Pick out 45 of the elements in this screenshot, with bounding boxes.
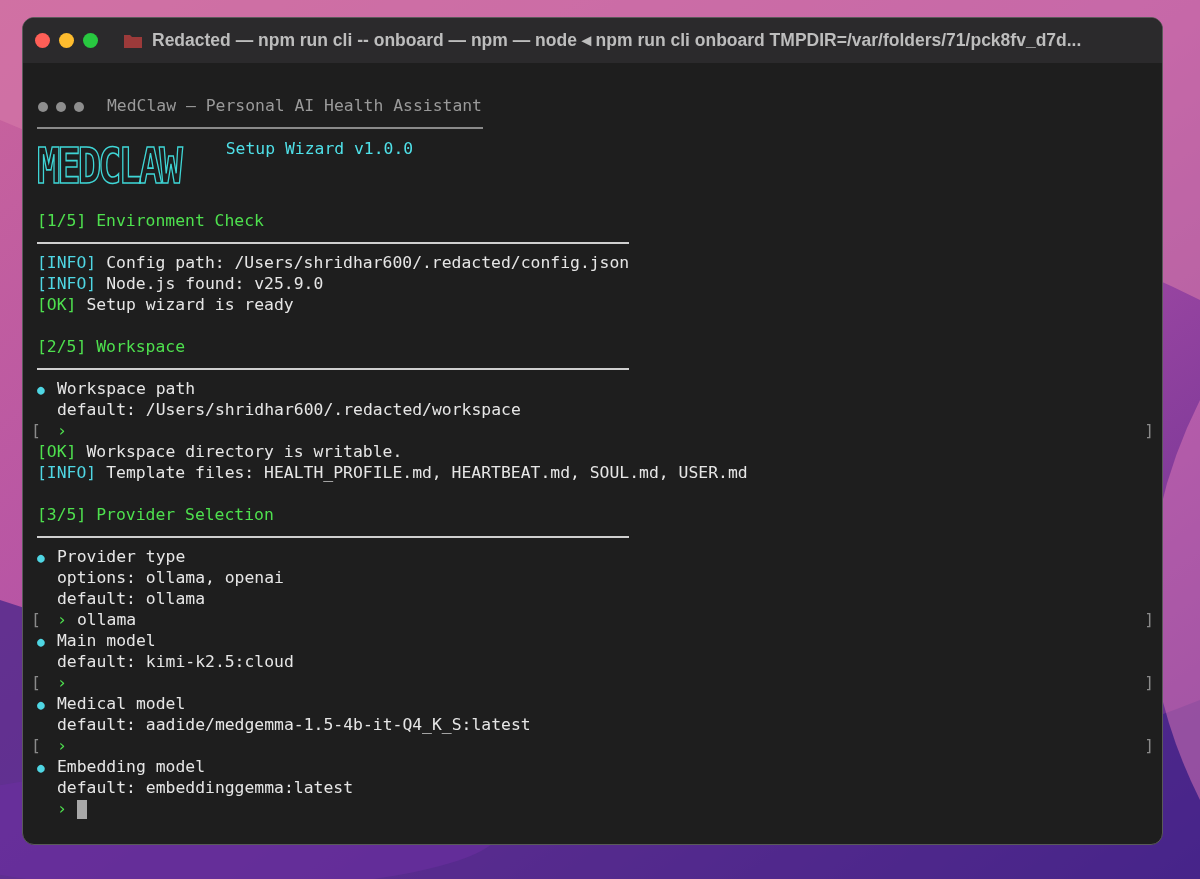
prompt-icon: › (57, 671, 77, 696)
folder-icon (123, 32, 143, 49)
bracket-text: [ (31, 672, 42, 695)
prompt-icon: › (57, 797, 77, 822)
section-heading: [2/5] Workspace (37, 336, 186, 359)
bullet-icon: ● (37, 379, 57, 400)
section-heading: [1/5] Environment Check (37, 210, 264, 233)
subtitle: Setup Wizard v1.0.0 (225, 138, 414, 160)
hint-text: default: aadide/medgemma-1.5-4b-it-Q4_K_S:latest (57, 714, 531, 737)
close-icon[interactable] (35, 33, 50, 48)
maximize-icon[interactable] (83, 33, 98, 48)
window-title: Redacted — npm run cli -- onboard — npm — node ◂ npm run cli onboard TMPDIR=/var/folders/71/pck8fv_d7d... (152, 29, 1082, 53)
minimize-icon[interactable] (59, 33, 74, 48)
question-label: Medical model (57, 693, 186, 716)
bullet-icon: ● (37, 631, 57, 652)
log-message: Setup wizard is ready (86, 294, 294, 317)
hint-text: default: kimi-k2.5:cloud (57, 651, 294, 674)
bullet-icon: ● (37, 547, 57, 568)
bracket-text: [ (31, 735, 42, 758)
hint-text: default: ollama (57, 588, 206, 611)
log-message: Node.js found: v25.9.0 (106, 273, 324, 296)
log-message: Workspace directory is writable. (86, 441, 403, 464)
question-label: Embedding model (57, 756, 206, 779)
question-label: Provider type (57, 546, 186, 569)
bracket-text: ] (1144, 735, 1154, 758)
logo-text: MEDCLAW (37, 137, 180, 195)
question-label: Main model (57, 630, 156, 653)
bracket-text: ] (1144, 420, 1154, 443)
log-message: Template files: HEALTH_PROFILE.md, HEARTBEAT.md, SOUL.md, USER.md (106, 462, 748, 485)
bullet-icon: ● (37, 757, 57, 778)
prompt-icon: › (57, 608, 77, 633)
bracket-text: [ (31, 420, 42, 443)
bullet-icon: ● (37, 694, 57, 715)
bracket-text: ] (1144, 672, 1154, 695)
app-title: MedClaw — Personal AI Health Assistant (107, 95, 482, 118)
bracket-text: [ (31, 609, 42, 632)
log-message: Config path: /Users/shridhar600/.redacted/config.json (106, 252, 630, 275)
section-heading: [3/5] Provider Selection (37, 504, 274, 527)
hint-text: default: /Users/shridhar600/.redacted/workspace (57, 399, 521, 422)
input-value[interactable]: ollama (77, 608, 137, 633)
hint-text: default: embeddinggemma:latest (57, 777, 354, 800)
prompt-icon: › (57, 734, 77, 759)
hint-text: options: ollama, openai (57, 567, 284, 590)
question-label: Workspace path (57, 378, 196, 401)
bracket-text: ] (1144, 609, 1154, 632)
